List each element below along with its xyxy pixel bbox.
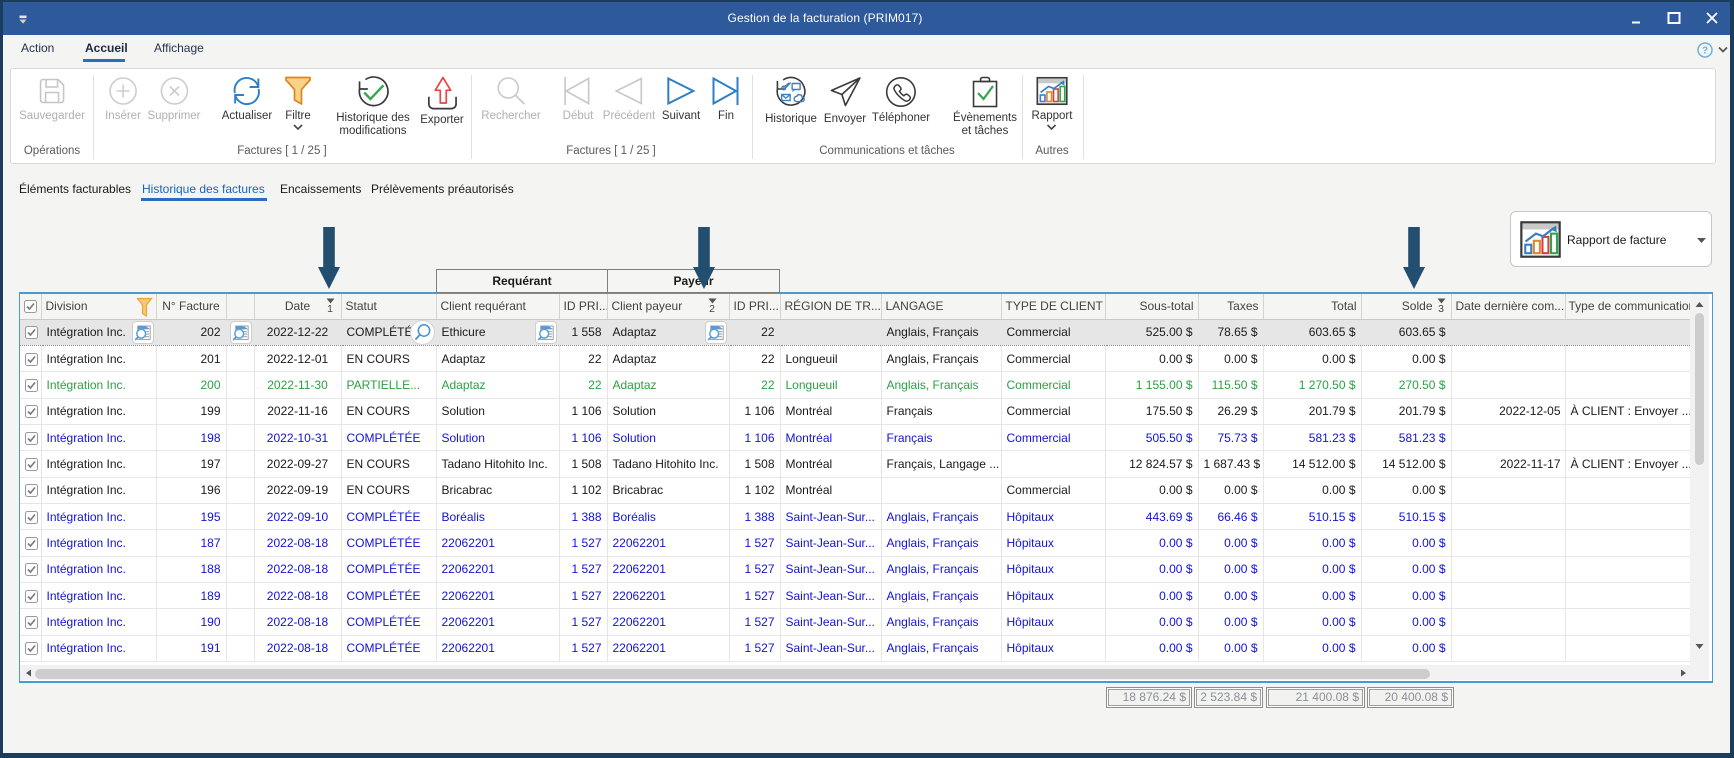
svg-text:?: ?	[1702, 46, 1708, 57]
